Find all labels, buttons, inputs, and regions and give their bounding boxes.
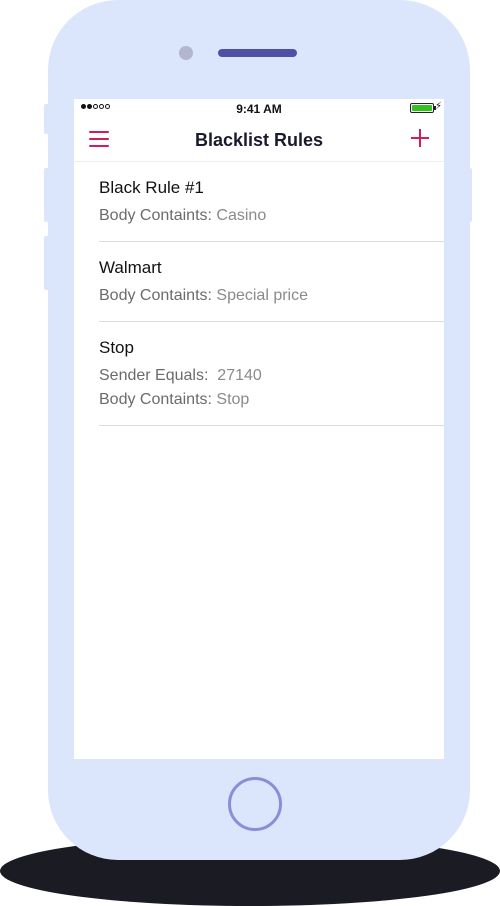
speaker-grille [218, 49, 297, 57]
rule-list-item[interactable]: Walmart Body Containts: Special price [99, 242, 444, 322]
rule-list-item[interactable]: Stop Sender Equals: 27140 Body Containts… [99, 322, 444, 426]
rule-condition: Body Containts: Stop [99, 388, 444, 412]
rule-condition: Body Containts: Casino [99, 204, 444, 228]
condition-value: 27140 [212, 367, 262, 384]
rule-condition: Body Containts: Special price [99, 284, 444, 308]
camera-icon [179, 46, 193, 60]
app-screen: 9:41 AM ⚡ Blacklist Rules Black Rule #1 … [74, 99, 444, 759]
condition-label: Body Containts: [99, 287, 217, 304]
condition-value: Casino [216, 207, 267, 224]
page-title: Blacklist Rules [194, 130, 324, 150]
rule-list-item[interactable]: Black Rule #1 Body Containts: Casino [99, 162, 444, 242]
status-bar: 9:41 AM ⚡ [74, 99, 444, 119]
rule-title: Black Rule #1 [99, 178, 204, 197]
add-rule-plus-icon[interactable] [410, 128, 430, 148]
rule-condition: Sender Equals: 27140 [99, 364, 444, 388]
charging-bolt-icon: ⚡ [434, 101, 442, 112]
condition-value: Stop [216, 391, 250, 408]
condition-label: Sender Equals: [99, 367, 213, 384]
condition-value: Special price [216, 287, 309, 304]
rules-list: Black Rule #1 Body Containts: Casino Wal… [74, 162, 444, 426]
condition-label: Body Containts: [99, 391, 217, 408]
battery-icon [410, 103, 436, 113]
condition-label: Body Containts: [99, 207, 217, 224]
rule-title: Stop [99, 338, 134, 357]
home-button[interactable] [228, 777, 282, 831]
nav-bar: Blacklist Rules [74, 119, 444, 162]
status-time: 9:41 AM [236, 102, 282, 116]
rule-title: Walmart [99, 258, 162, 277]
